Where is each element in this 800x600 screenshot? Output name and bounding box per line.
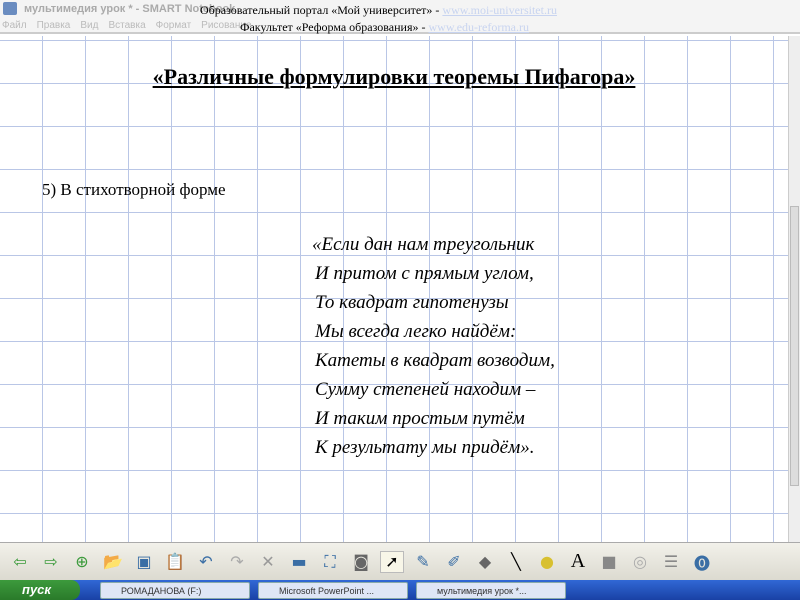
highlighter-icon[interactable]: ✐ [442, 551, 466, 573]
poem-line: И притом с прямым углом, [315, 263, 534, 284]
back-icon[interactable]: ⇦ [8, 551, 32, 573]
poem-line: И таким простым путём [315, 408, 525, 429]
screen-shade-icon[interactable]: ▬ [287, 551, 311, 573]
menu-file[interactable]: Файл [2, 20, 27, 31]
slide-subtitle: 5) В стихотворной форме [42, 180, 226, 199]
poem-line: Сумму степеней находим – [315, 379, 536, 400]
paste-icon[interactable]: 📋 [163, 551, 187, 573]
taskbar-item-drive[interactable]: РОМАДАНОВА (F:) [100, 581, 250, 599]
pen-icon[interactable]: ✎ [411, 551, 435, 573]
undo-icon[interactable]: ↶ [194, 551, 218, 573]
fill-icon[interactable]: ● [535, 551, 559, 573]
start-button[interactable]: пуск [0, 580, 80, 600]
vertical-scrollbar[interactable] [788, 36, 800, 542]
add-page-icon[interactable]: ⊕ [70, 551, 94, 573]
taskbar-item-powerpoint[interactable]: Microsoft PowerPoint ... [258, 581, 408, 599]
header-line-1: Образовательный портал «Мой университет»… [200, 3, 557, 18]
taskbar: пуск РОМАДАНОВА (F:) Microsoft PowerPoin… [0, 580, 800, 600]
header-text-1: Образовательный портал «Мой университет»… [200, 3, 443, 17]
more-icon[interactable]: ☰ [659, 551, 683, 573]
menu-edit[interactable]: Правка [37, 20, 71, 31]
forward-icon[interactable]: ⇨ [39, 551, 63, 573]
properties-icon[interactable]: ■ [597, 551, 621, 573]
delete-icon[interactable]: ✕ [256, 551, 280, 573]
text-icon[interactable]: A [566, 550, 590, 573]
open-icon[interactable]: 📂 [101, 551, 125, 573]
line-icon[interactable]: ╲ [504, 551, 528, 573]
app-icon [3, 2, 17, 15]
select-icon[interactable]: ➚ [380, 550, 404, 573]
poem-line: «Если дан нам треугольник [312, 234, 535, 255]
slide-title: «Различные формулировки теоремы Пифагора… [152, 64, 636, 89]
shapes-icon[interactable]: ◎ [628, 551, 652, 573]
toolbar: ⇦ ⇨ ⊕ 📂 ▣ 📋 ↶ ↷ ✕ ▬ ⛶ ◙ ➚ ✎ ✐ ◆ ╲ ● A ■ … [0, 542, 800, 580]
header-text-2: Факультет «Реформа образования» - [240, 20, 429, 34]
fullscreen-icon[interactable]: ⛶ [318, 551, 342, 573]
poem: «Если дан нам треугольник И притом с пря… [312, 230, 555, 462]
redo-icon[interactable]: ↷ [225, 551, 249, 573]
scroll-thumb[interactable] [790, 206, 799, 486]
header-line-2: Факультет «Реформа образования» - www.ed… [240, 20, 529, 35]
header-link-1[interactable]: www.moi-universitet.ru [442, 3, 557, 17]
poem-line: Катеты в квадрат возводим, [315, 350, 555, 371]
capture-icon[interactable]: ◙ [349, 551, 373, 573]
header-link-2[interactable]: www.edu-reforma.ru [428, 20, 529, 34]
menu-insert[interactable]: Вставка [108, 20, 145, 31]
menu-view[interactable]: Вид [80, 20, 98, 31]
help-icon[interactable]: ⓿ [690, 551, 714, 573]
eraser-icon[interactable]: ◆ [473, 551, 497, 573]
taskbar-item-notebook[interactable]: мультимедия урок *... [416, 581, 566, 599]
poem-line: Мы всегда легко найдём: [315, 321, 517, 342]
poem-line: То квадрат гипотенузы [315, 292, 509, 313]
poem-line: К результату мы придём». [315, 437, 535, 458]
save-icon[interactable]: ▣ [132, 551, 156, 573]
menu-format[interactable]: Формат [156, 20, 192, 31]
